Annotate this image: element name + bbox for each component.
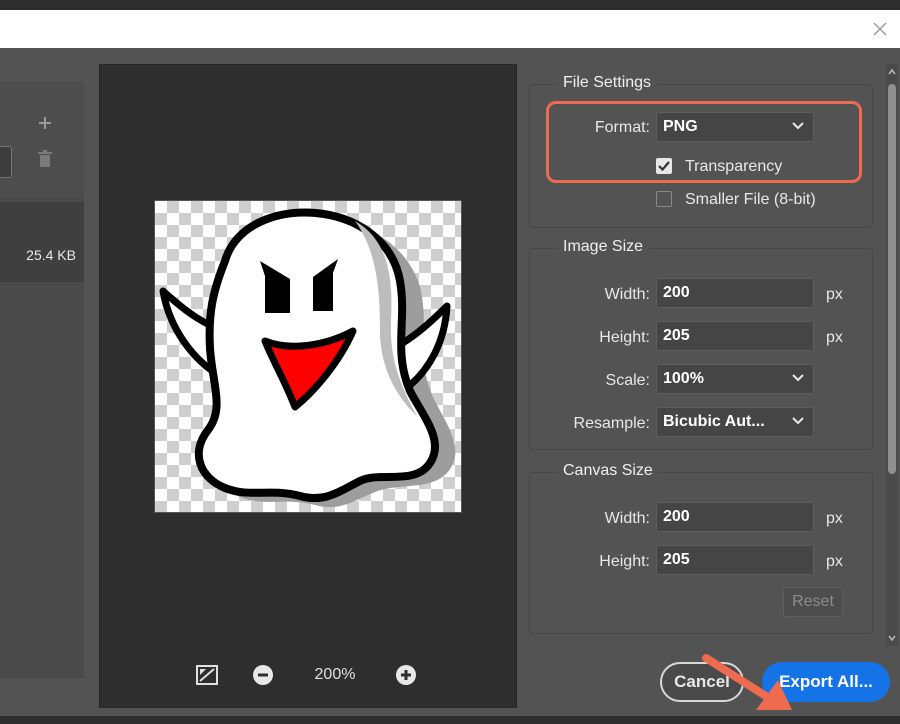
zoom-out-icon[interactable] [252,664,274,686]
resample-value: Bicubic Aut... [663,413,765,430]
file-size-label: 25.4 KB [26,247,76,263]
scale-label: Scale: [605,372,650,389]
file-settings-title: File Settings [557,74,658,92]
bottom-strip [0,716,900,724]
image-size-title: Image Size [557,238,650,256]
export-all-button[interactable]: Export All... [762,662,890,702]
preview-image [154,200,462,513]
cancel-button[interactable]: Cancel [660,662,744,702]
scroll-down-icon[interactable] [888,634,896,642]
resample-label: Resample: [573,415,650,432]
smaller-file-checkbox[interactable] [656,191,672,207]
smaller-file-label: Smaller File (8-bit) [685,191,816,208]
canvas-size-title: Canvas Size [557,462,659,480]
canvas-height-unit: px [826,553,843,570]
dialog-titlebar [0,10,900,48]
image-width-unit: px [826,286,843,303]
chevron-down-icon [792,374,804,382]
top-strip [0,0,900,10]
trash-icon[interactable] [37,150,53,168]
canvas-width-label: Width: [604,510,650,527]
asset-list-item[interactable]: 25.4 KB [0,202,84,282]
close-icon[interactable] [870,19,890,39]
scale-select[interactable]: 100% [656,364,814,394]
zoom-controls: 200% [100,661,516,691]
preview-area: 200% [99,64,517,708]
export-dialog: 25.4 KB 200% File Settings Format: PNG T… [0,48,900,724]
scale-value: 100% [663,370,704,387]
image-width-input[interactable]: 200 [656,278,814,308]
asset-name-field[interactable] [0,146,12,178]
image-height-input[interactable]: 205 [656,321,814,351]
image-height-unit: px [826,329,843,346]
scroll-up-icon[interactable] [888,68,896,76]
canvas-width-input[interactable]: 200 [656,502,814,532]
image-width-label: Width: [604,286,650,303]
canvas-height-input[interactable]: 205 [656,545,814,575]
settings-scrollbar[interactable] [886,64,898,646]
reset-button[interactable]: Reset [783,587,843,617]
ghost-illustration [159,208,456,508]
zoom-in-icon[interactable] [395,664,417,686]
image-height-label: Height: [599,329,650,346]
format-highlight-annotation [546,101,862,183]
scrollbar-thumb[interactable] [888,84,896,474]
asset-list-header [0,82,84,199]
canvas-height-label: Height: [599,553,650,570]
canvas-width-unit: px [826,510,843,527]
zoom-level-label: 200% [314,666,356,683]
plus-icon[interactable] [36,114,54,132]
settings-panel: File Settings Format: PNG Transparency S… [516,48,886,648]
asset-list-panel: 25.4 KB [0,82,84,678]
fit-to-view-icon[interactable] [196,665,218,685]
resample-select[interactable]: Bicubic Aut... [656,407,814,437]
image-size-group: Image Size Width: 200 px Height: 205 px … [529,238,873,450]
chevron-down-icon [792,417,804,425]
